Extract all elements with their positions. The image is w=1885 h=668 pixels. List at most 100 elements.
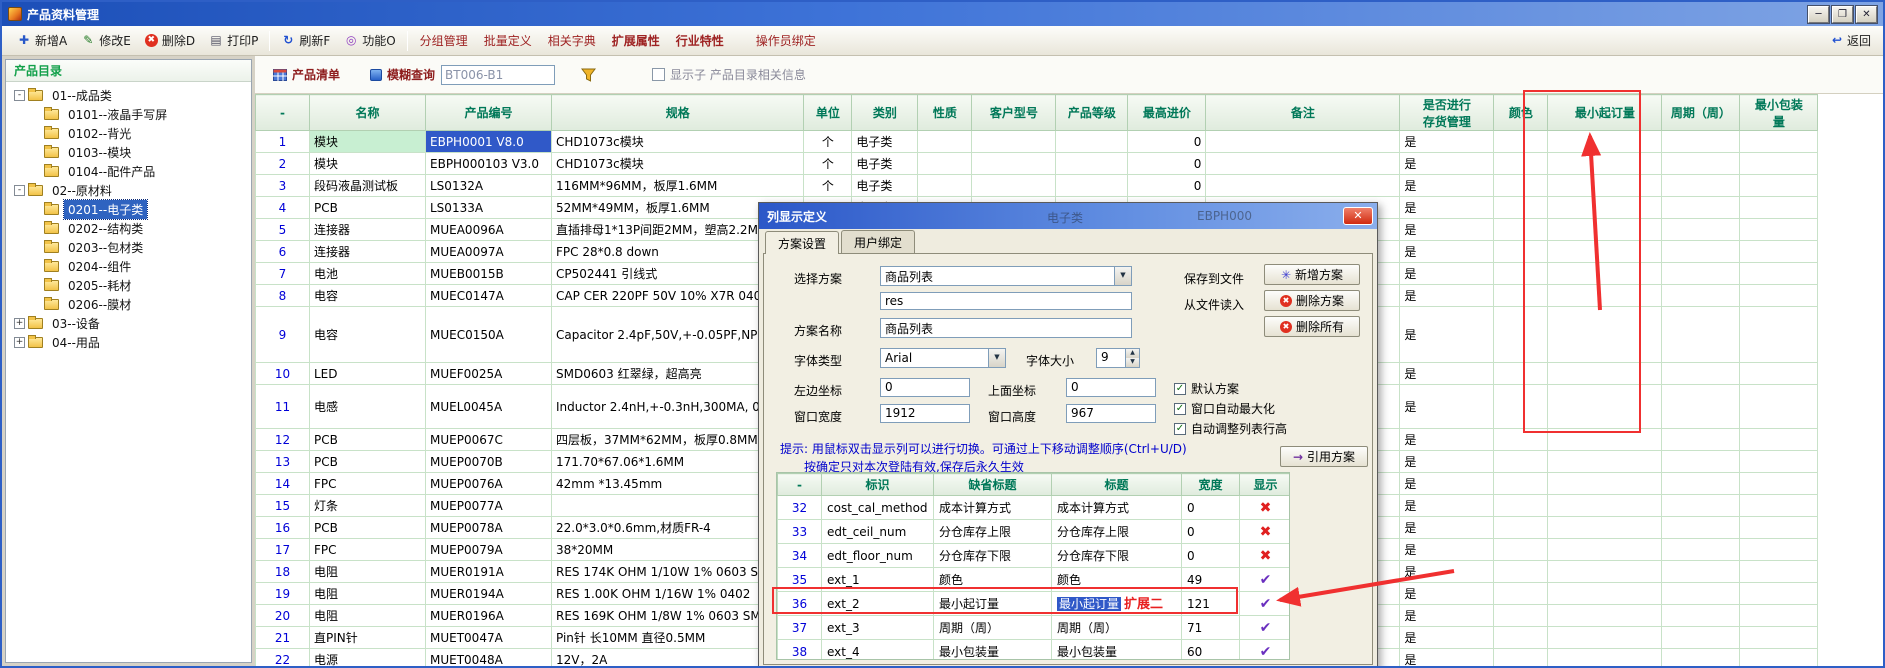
cell-code[interactable]: MUEP0079A: [426, 539, 552, 561]
cell-color[interactable]: [1494, 219, 1548, 241]
cell-n[interactable]: 36: [778, 592, 822, 616]
cell-n[interactable]: 19: [256, 583, 310, 605]
delete-scheme-button[interactable]: ✖删除方案: [1264, 290, 1360, 311]
maximize-button[interactable]: ❐: [1832, 6, 1853, 23]
cell-manage[interactable]: 是: [1400, 429, 1494, 451]
cell-code[interactable]: MUEP0078A: [426, 517, 552, 539]
table-row[interactable]: 3段码液晶测试板LS0132A116MM*96MM，板厚1.6MM个电子类0是: [256, 175, 1818, 197]
cell-price[interactable]: 0: [1128, 175, 1206, 197]
cell-moq[interactable]: [1548, 649, 1662, 667]
cell-def[interactable]: 成本计算方式: [934, 496, 1052, 520]
toolbar-menu-item[interactable]: 分组管理: [412, 31, 476, 51]
cell-color[interactable]: [1494, 131, 1548, 153]
cell-moq[interactable]: [1548, 197, 1662, 219]
read-from-file-label[interactable]: 从文件读入: [1184, 296, 1244, 313]
cell-code[interactable]: MUEF0025A: [426, 363, 552, 385]
cell-moq[interactable]: [1548, 175, 1662, 197]
tree-item[interactable]: 0201--电子类: [6, 200, 251, 219]
cell-code[interactable]: MUEA0097A: [426, 241, 552, 263]
cell-n[interactable]: 6: [256, 241, 310, 263]
cell-code[interactable]: MUEC0147A: [426, 285, 552, 307]
cell-pack[interactable]: [1740, 539, 1818, 561]
cell-cat[interactable]: 电子类: [852, 153, 918, 175]
cell-name[interactable]: LED: [310, 363, 426, 385]
cell-moq[interactable]: [1548, 539, 1662, 561]
cell-manage[interactable]: 是: [1400, 561, 1494, 583]
cell-code[interactable]: MUER0196A: [426, 605, 552, 627]
cell-code[interactable]: EBPH0001 V8.0: [426, 131, 552, 153]
tree-item[interactable]: 0104--配件产品: [6, 162, 251, 181]
dialog-column-header[interactable]: 标题: [1052, 474, 1182, 496]
cell-moq[interactable]: [1548, 241, 1662, 263]
toolbar-menu-item[interactable]: 批量定义: [476, 31, 540, 51]
tree-item[interactable]: 0203--包材类: [6, 238, 251, 257]
cell-pack[interactable]: [1740, 495, 1818, 517]
chevron-down-icon[interactable]: ▼: [988, 349, 1005, 367]
cell-id[interactable]: ext_2: [822, 592, 934, 616]
table-row[interactable]: 2模块EBPH000103 V3.0CHD1073c模块个电子类0是: [256, 153, 1818, 175]
cell-color[interactable]: [1494, 517, 1548, 539]
cell-manage[interactable]: 是: [1400, 131, 1494, 153]
add-scheme-button[interactable]: ✳新增方案: [1264, 264, 1360, 285]
dialog-column-header[interactable]: 显示: [1240, 474, 1291, 496]
cell-cust[interactable]: [972, 131, 1056, 153]
window-width-field[interactable]: 1912: [880, 404, 970, 423]
cell-pack[interactable]: [1740, 517, 1818, 539]
cell-name[interactable]: FPC: [310, 473, 426, 495]
cell-id[interactable]: edt_floor_num: [822, 544, 934, 568]
tab-product-list[interactable]: 产品清单: [273, 66, 340, 83]
cell-title[interactable]: 成本计算方式: [1052, 496, 1182, 520]
cell-color[interactable]: [1494, 263, 1548, 285]
delete-button[interactable]: ✖删除D: [138, 29, 202, 52]
cell-n[interactable]: 2: [256, 153, 310, 175]
cell-moq[interactable]: [1548, 561, 1662, 583]
cell-pack[interactable]: [1740, 175, 1818, 197]
cell-code[interactable]: LS0133A: [426, 197, 552, 219]
tree-expander-icon[interactable]: +: [14, 318, 25, 329]
grid-column-header[interactable]: 最高进价: [1128, 95, 1206, 131]
cell-id[interactable]: ext_3: [822, 616, 934, 640]
cell-pack[interactable]: [1740, 153, 1818, 175]
cell-id[interactable]: edt_ceil_num: [822, 520, 934, 544]
grid-column-header[interactable]: 类别: [852, 95, 918, 131]
cell-pack[interactable]: [1740, 307, 1818, 363]
cell-code[interactable]: MUET0048A: [426, 649, 552, 667]
cell-manage[interactable]: 是: [1400, 197, 1494, 219]
cell-def[interactable]: 周期（周）: [934, 616, 1052, 640]
tree-item[interactable]: +03--设备: [6, 314, 251, 333]
cell-name[interactable]: 连接器: [310, 219, 426, 241]
cell-n[interactable]: 1: [256, 131, 310, 153]
cell-unit[interactable]: 个: [804, 175, 852, 197]
cell-n[interactable]: 21: [256, 627, 310, 649]
cell-name[interactable]: FPC: [310, 539, 426, 561]
cell-code[interactable]: MUEC0150A: [426, 307, 552, 363]
grid-column-header[interactable]: 最小起订量: [1548, 95, 1662, 131]
cell-code[interactable]: MUEP0077A: [426, 495, 552, 517]
cell-width[interactable]: 60: [1182, 640, 1240, 661]
cell-color[interactable]: [1494, 241, 1548, 263]
cell-code[interactable]: MUEL0045A: [426, 385, 552, 429]
cell-code[interactable]: LS0132A: [426, 175, 552, 197]
dialog-close-button[interactable]: ✕: [1343, 207, 1373, 225]
cell-cycle[interactable]: [1662, 197, 1740, 219]
cell-spec[interactable]: 116MM*96MM，板厚1.6MM: [552, 175, 804, 197]
cell-cycle[interactable]: [1662, 451, 1740, 473]
cell-manage[interactable]: 是: [1400, 517, 1494, 539]
cell-name[interactable]: 电源: [310, 649, 426, 667]
cell-manage[interactable]: 是: [1400, 605, 1494, 627]
cell-moq[interactable]: [1548, 451, 1662, 473]
new-button[interactable]: ✚新增A: [10, 29, 74, 52]
cell-color[interactable]: [1494, 285, 1548, 307]
cell-cycle[interactable]: [1662, 241, 1740, 263]
cell-n[interactable]: 15: [256, 495, 310, 517]
cell-name[interactable]: 灯条: [310, 495, 426, 517]
tree-item[interactable]: 0101--液晶手写屏: [6, 105, 251, 124]
cell-n[interactable]: 18: [256, 561, 310, 583]
cell-title[interactable]: 颜色: [1052, 568, 1182, 592]
cell-n[interactable]: 13: [256, 451, 310, 473]
cell-cycle[interactable]: [1662, 385, 1740, 429]
cell-moq[interactable]: [1548, 429, 1662, 451]
cell-code[interactable]: MUER0191A: [426, 561, 552, 583]
cell-cycle[interactable]: [1662, 153, 1740, 175]
cell-def[interactable]: 最小包装量: [934, 640, 1052, 661]
